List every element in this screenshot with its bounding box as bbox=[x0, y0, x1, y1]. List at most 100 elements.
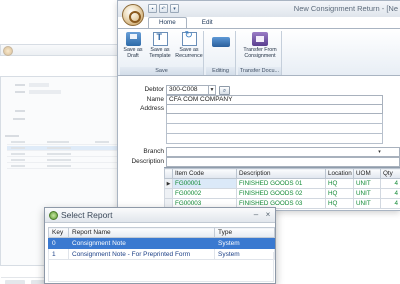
column-header-location[interactable]: Location bbox=[325, 168, 354, 179]
edit-button[interactable] bbox=[209, 32, 233, 48]
item-grid-header: Item Code Description Location UOM Qty bbox=[164, 168, 400, 179]
uom-cell[interactable]: UNIT bbox=[353, 198, 381, 209]
address-line-2[interactable] bbox=[166, 114, 383, 124]
qty-cell[interactable]: 4 bbox=[380, 198, 400, 209]
background-window-titlebar bbox=[0, 44, 122, 56]
field-label bbox=[15, 91, 25, 93]
tab-edit[interactable]: Edit bbox=[191, 17, 224, 28]
quick-access-toolbar: ▪ ↶ ▾ bbox=[148, 4, 179, 13]
recurrence-icon bbox=[181, 32, 197, 46]
column-header-uom[interactable]: UOM bbox=[353, 168, 381, 179]
chevron-down-icon[interactable]: ▼ bbox=[208, 86, 215, 94]
address-line-1[interactable] bbox=[166, 104, 383, 114]
window-title: New Consignment Return - [Ne bbox=[293, 4, 398, 13]
column-header-key[interactable]: Key bbox=[48, 227, 69, 238]
save-as-recurrence-button[interactable]: Save as Recurrence bbox=[175, 32, 203, 59]
branch-label: Branch bbox=[143, 148, 164, 155]
description-field[interactable] bbox=[166, 157, 400, 167]
column-header-description[interactable]: Description bbox=[236, 168, 326, 179]
item-code-cell[interactable]: FG00002 bbox=[172, 188, 237, 199]
qty-cell[interactable]: 4 bbox=[380, 178, 400, 189]
uom-cell[interactable]: UNIT bbox=[353, 188, 381, 199]
column-header-type[interactable]: Type bbox=[214, 227, 275, 238]
background-grid-row bbox=[7, 158, 117, 163]
search-icon: ⌕ bbox=[222, 88, 227, 94]
field-label bbox=[15, 84, 25, 86]
save-as-recurrence-label-2: Recurrence bbox=[175, 53, 203, 59]
background-grid-row bbox=[7, 140, 117, 145]
location-cell[interactable]: HQ bbox=[325, 178, 354, 189]
application-orb-icon bbox=[3, 46, 13, 56]
branch-field[interactable] bbox=[166, 147, 400, 157]
ribbon-group-save: Save as Draft Save as Template Save as R… bbox=[120, 31, 204, 75]
debtor-value: 300-C008 bbox=[169, 86, 198, 93]
save-as-draft-label-2: Draft bbox=[127, 53, 139, 59]
qty-cell[interactable]: 4 bbox=[380, 188, 400, 199]
transfer-icon bbox=[252, 32, 268, 46]
name-label: Name bbox=[146, 96, 164, 103]
report-type: System bbox=[214, 237, 275, 249]
field bbox=[29, 90, 61, 94]
report-name: Consignment Note bbox=[68, 237, 215, 249]
edit-icon bbox=[212, 37, 230, 47]
location-cell[interactable]: HQ bbox=[325, 198, 354, 209]
address-label: Address bbox=[140, 105, 164, 112]
save-as-template-label-2: Template bbox=[149, 53, 171, 59]
save-icon[interactable]: ▪ bbox=[148, 4, 157, 13]
window-titlebar: ▪ ↶ ▾ New Consignment Return - [Ne bbox=[118, 1, 400, 17]
report-list-header: Key Report Name Type bbox=[48, 227, 275, 238]
report-list-empty-area bbox=[48, 252, 274, 282]
close-button[interactable]: × bbox=[263, 210, 273, 219]
ribbon-group-transfer-label: Transfer Docu... bbox=[238, 67, 281, 75]
description-label: Description bbox=[131, 158, 164, 165]
undo-icon[interactable]: ↶ bbox=[159, 4, 168, 13]
save-as-draft-button[interactable]: Save as Draft bbox=[121, 32, 145, 59]
debtor-label: Debtor bbox=[144, 86, 164, 93]
description-cell[interactable]: FINISHED GOODS 02 bbox=[236, 188, 326, 199]
column-header-item-code[interactable]: Item Code bbox=[172, 168, 237, 179]
table-row[interactable]: ▶ FG00001 FINISHED GOODS 01 HQ UNIT 4 bbox=[164, 178, 400, 189]
chevron-down-icon[interactable]: ▾ bbox=[376, 148, 383, 156]
field-label bbox=[5, 135, 19, 137]
report-row[interactable]: 0 Consignment Note System bbox=[48, 237, 275, 249]
column-header-report-name[interactable]: Report Name bbox=[68, 227, 215, 238]
customize-icon[interactable]: ▾ bbox=[170, 4, 179, 13]
ribbon-group-editing: Editing bbox=[206, 31, 236, 75]
uom-cell[interactable]: UNIT bbox=[353, 178, 381, 189]
location-cell[interactable]: HQ bbox=[325, 188, 354, 199]
background-grid-row bbox=[7, 164, 117, 169]
address-line-3[interactable] bbox=[166, 124, 383, 134]
row-marker bbox=[164, 188, 173, 199]
dialog-title: Select Report bbox=[61, 210, 113, 220]
column-header-qty[interactable]: Qty bbox=[380, 168, 400, 179]
report-icon bbox=[49, 211, 58, 220]
item-code-cell[interactable]: FG00001 bbox=[172, 178, 237, 189]
dialog-titlebar: Select Report – × bbox=[45, 208, 275, 223]
save-draft-icon bbox=[125, 32, 141, 46]
field bbox=[29, 83, 49, 87]
field-label bbox=[15, 110, 25, 112]
description-cell[interactable]: FINISHED GOODS 01 bbox=[236, 178, 326, 189]
row-pointer-icon: ▶ bbox=[164, 178, 173, 189]
grid-corner bbox=[164, 168, 173, 179]
debtor-lookup-button[interactable]: ⌕ bbox=[219, 86, 230, 95]
application-orb-icon[interactable] bbox=[122, 4, 144, 26]
select-report-dialog: Select Report – × Key Report Name Type 0… bbox=[44, 207, 276, 284]
save-as-template-button[interactable]: Save as Template bbox=[147, 32, 173, 59]
template-icon bbox=[152, 32, 168, 46]
field-label bbox=[13, 118, 25, 120]
ribbon-group-transfer: Transfer From Consignment Transfer Docu.… bbox=[238, 31, 282, 75]
item-grid: Item Code Description Location UOM Qty ▶… bbox=[164, 167, 400, 211]
transfer-label-2: Consignment bbox=[244, 53, 276, 59]
ribbon-group-editing-label: Editing bbox=[206, 67, 235, 75]
minimize-button[interactable]: – bbox=[251, 210, 261, 219]
report-key: 0 bbox=[48, 237, 69, 249]
ribbon-tabs: Home Edit bbox=[148, 17, 224, 28]
background-grid-row bbox=[7, 146, 117, 151]
tab-home[interactable]: Home bbox=[148, 17, 187, 28]
ribbon-group-save-label: Save bbox=[120, 67, 203, 75]
table-row[interactable]: FG00002 FINISHED GOODS 02 HQ UNIT 4 bbox=[164, 188, 400, 199]
address-line-4[interactable] bbox=[166, 134, 383, 144]
name-value: CFA COM COMPANY bbox=[169, 96, 233, 103]
transfer-from-consignment-button[interactable]: Transfer From Consignment bbox=[240, 32, 280, 59]
